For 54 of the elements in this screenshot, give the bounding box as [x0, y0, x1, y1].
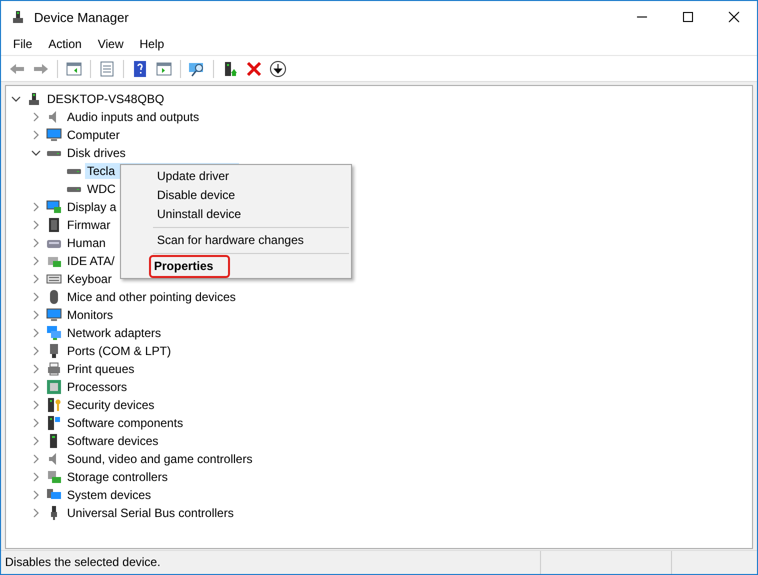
tree-item[interactable]: WDC [85, 181, 118, 197]
uninstall-icon[interactable] [245, 60, 263, 78]
tree-item[interactable]: Computer [65, 127, 122, 143]
tree-item[interactable]: Audio inputs and outputs [65, 109, 202, 125]
tree-item[interactable]: Sound, video and game controllers [65, 451, 254, 467]
context-menu-item[interactable]: Uninstall device [123, 205, 349, 224]
tree-item[interactable]: System devices [65, 487, 154, 503]
tree-item[interactable]: Disk drives [65, 145, 128, 161]
tree-item[interactable]: DESKTOP-VS48QBQ [45, 91, 166, 107]
tree-item[interactable]: Security devices [65, 397, 156, 413]
tree-item[interactable]: Software components [65, 415, 186, 431]
tree-item[interactable]: IDE ATA/ [65, 253, 117, 269]
window-pane-icon[interactable] [65, 60, 83, 78]
status-text: Disables the selected device. [4, 554, 162, 571]
menu-item[interactable]: File [5, 35, 40, 53]
tree-item[interactable]: Mice and other pointing devices [65, 289, 238, 305]
app-icon [10, 9, 26, 25]
context-menu-item[interactable]: Properties [151, 257, 228, 276]
window-pane-icon[interactable] [155, 60, 173, 78]
device-icon [46, 379, 62, 395]
device-icon [46, 217, 62, 233]
device-icon [46, 469, 62, 485]
context-menu-item[interactable]: Scan for hardware changes [123, 231, 349, 250]
tree-item[interactable]: Display a [65, 199, 118, 215]
device-icon [46, 127, 62, 143]
device-icon [46, 307, 62, 323]
tree-item[interactable]: Storage controllers [65, 469, 170, 485]
menu-item[interactable]: Action [40, 35, 90, 53]
window-title: Device Manager [34, 10, 130, 24]
menu-item[interactable]: View [90, 35, 132, 53]
tree-item[interactable]: Ports (COM & LPT) [65, 343, 174, 359]
device-icon [46, 325, 62, 341]
tree-item[interactable]: Software devices [65, 433, 160, 449]
tree-item[interactable]: Print queues [65, 361, 136, 377]
computer-icon [26, 91, 42, 107]
tree-item[interactable]: Human [65, 235, 108, 251]
tree-item[interactable]: Firmwar [65, 217, 112, 233]
tree-item[interactable]: Processors [65, 379, 130, 395]
properties-icon[interactable] [98, 60, 116, 78]
device-icon [46, 397, 62, 413]
device-icon [46, 199, 62, 215]
tree-item[interactable]: Network adapters [65, 325, 164, 341]
context-menu-item[interactable]: Disable device [123, 186, 349, 205]
tree-item[interactable]: Monitors [65, 307, 116, 323]
tree-item[interactable]: Universal Serial Bus controllers [65, 505, 236, 521]
down-arrow-circle-icon[interactable] [269, 60, 287, 78]
close-icon[interactable] [728, 11, 740, 23]
tree-item[interactable]: Keyboar [65, 271, 114, 287]
device-icon [46, 415, 62, 431]
menu-item[interactable]: Help [132, 35, 172, 53]
context-menu-item[interactable]: Update driver [123, 167, 349, 186]
help-icon[interactable] [131, 60, 149, 78]
maximize-icon[interactable] [682, 11, 694, 23]
device-icon [46, 361, 62, 377]
